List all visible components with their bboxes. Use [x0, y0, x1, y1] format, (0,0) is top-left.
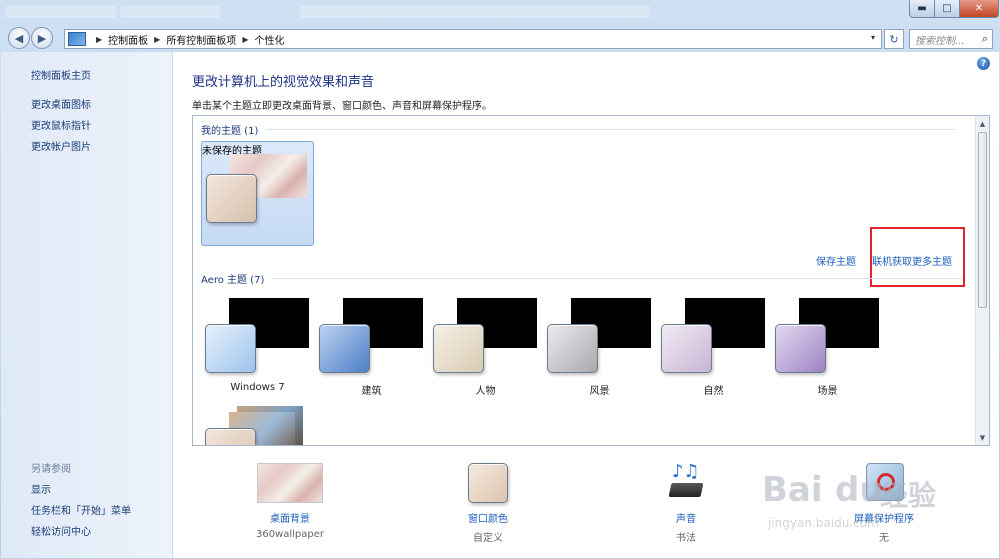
sounds-item[interactable]: ♪♫ 声音 书法: [631, 461, 741, 551]
help-icon: ?: [980, 58, 987, 69]
sounds-label[interactable]: 声音: [631, 510, 741, 525]
see-also-heading: 另请参阅: [31, 464, 71, 475]
minimize-icon: ▬: [917, 3, 927, 14]
back-arrow-icon: ◀: [14, 31, 24, 45]
wallpaper-thumbnail: [257, 463, 323, 503]
theme-name: 风景: [589, 386, 610, 397]
theme-color-swatch: [775, 324, 826, 373]
theme-nature[interactable]: 自然: [657, 286, 770, 397]
theme-name: 自然: [703, 386, 724, 397]
scroll-down-icon[interactable]: ▼: [976, 431, 989, 444]
change-mouse-pointers-link[interactable]: 更改鼠标指针: [31, 117, 91, 132]
theme-name: 场景: [817, 386, 838, 397]
taskbar-ghost: [120, 6, 220, 18]
close-button[interactable]: ✕: [959, 0, 999, 18]
personalization-window: ▬ □ ✕ ◀ ▶ ▶ 控制面板 ▶ 所有控制面板项 ▶ 个性化 ▾ ↻ 搜索控…: [0, 0, 1000, 559]
scroll-up-icon[interactable]: ▲: [976, 117, 989, 130]
aero-themes-group: Aero 主题 (7): [201, 271, 963, 286]
refresh-icon: ↻: [889, 32, 899, 46]
theme-color-swatch: [205, 428, 256, 445]
theme-architecture[interactable]: 建筑: [315, 286, 428, 397]
breadcrumb-separator-icon[interactable]: ▶: [96, 35, 102, 44]
theme-list-scrollbar[interactable]: ▲ ▼: [975, 116, 989, 445]
theme-color-swatch: [205, 324, 256, 373]
theme-color-swatch: [547, 324, 598, 373]
sounds-value: 书法: [676, 533, 696, 544]
theme-list: 我的主题 (1) 未保存的主题 保存主题 联机获取更多主题 Aero 主题 (7…: [192, 115, 990, 446]
close-icon: ✕: [974, 3, 984, 14]
taskbar-start-menu-link[interactable]: 任务栏和「开始」菜单: [31, 502, 131, 517]
search-input[interactable]: 搜索控制... ⌕: [909, 29, 993, 49]
sounds-icon: ♪♫: [668, 461, 704, 503]
desktop-background-label[interactable]: 桌面背景: [235, 510, 345, 525]
theme-name: 建筑: [361, 386, 382, 397]
window-color-label[interactable]: 窗口颜色: [433, 510, 543, 525]
group-divider: [266, 129, 957, 130]
watermark-brand: Bai: [762, 470, 823, 510]
theme-scenes[interactable]: 场景: [771, 286, 884, 397]
page-title: 更改计算机上的视觉效果和声音: [192, 75, 375, 90]
screen-saver-value: 无: [879, 533, 889, 544]
help-button[interactable]: ?: [977, 57, 990, 70]
taskbar-ghost: [6, 6, 116, 18]
watermark-url: jingyan.baidu.com: [768, 516, 879, 530]
search-icon[interactable]: ⌕: [982, 32, 988, 46]
window-color-value: 自定义: [473, 533, 503, 544]
desktop-background-item[interactable]: 桌面背景 360wallpaper: [235, 461, 345, 551]
aero-themes-title: Aero 主题 (7): [201, 275, 265, 286]
address-dropdown-icon[interactable]: ▾: [871, 33, 875, 42]
forward-button[interactable]: ▶: [31, 27, 53, 49]
page-description: 单击某个主题立即更改桌面背景、窗口颜色、声音和屏幕保护程序。: [192, 101, 492, 112]
display-link[interactable]: 显示: [31, 481, 51, 496]
theme-color-swatch: [661, 324, 712, 373]
refresh-button[interactable]: ↻: [884, 29, 904, 49]
theme-partial[interactable]: [201, 398, 314, 445]
ease-of-access-link[interactable]: 轻松访问中心: [31, 523, 91, 538]
maximize-button[interactable]: □: [934, 0, 960, 18]
scroll-thumb[interactable]: [978, 132, 987, 308]
breadcrumb-separator-icon[interactable]: ▶: [154, 35, 160, 44]
title-bar: ▬ □ ✕: [0, 0, 1000, 24]
change-desktop-icons-link[interactable]: 更改桌面图标: [31, 96, 91, 111]
window-color-swatch: [468, 463, 508, 503]
theme-name: 人物: [475, 386, 496, 397]
taskbar-ghost: [300, 6, 650, 18]
theme-landscapes[interactable]: 风景: [543, 286, 656, 397]
theme-color-swatch: [433, 324, 484, 373]
my-themes-title: 我的主题 (1): [201, 126, 259, 137]
control-panel-icon: [68, 32, 86, 46]
theme-unsaved[interactable]: 未保存的主题: [201, 141, 314, 246]
task-pane: 控制面板主页 更改桌面图标 更改鼠标指针 更改帐户图片 另请参阅 显示 任务栏和…: [1, 52, 173, 558]
theme-name: Windows 7: [230, 382, 285, 393]
window-color-item[interactable]: 窗口颜色 自定义: [433, 461, 543, 551]
minimize-button[interactable]: ▬: [909, 0, 935, 18]
forward-arrow-icon: ▶: [37, 31, 47, 45]
search-placeholder: 搜索控制...: [915, 35, 965, 47]
theme-color-swatch: [319, 324, 370, 373]
watermark-cn: 经验: [880, 479, 937, 512]
change-account-picture-link[interactable]: 更改帐户图片: [31, 138, 91, 153]
breadcrumb-separator-icon[interactable]: ▶: [242, 35, 248, 44]
control-panel-home-link[interactable]: 控制面板主页: [31, 67, 91, 82]
maximize-icon: □: [942, 3, 952, 14]
address-row: ◀ ▶ ▶ 控制面板 ▶ 所有控制面板项 ▶ 个性化 ▾ ↻ 搜索控制... ⌕: [0, 24, 1000, 52]
back-button[interactable]: ◀: [8, 27, 30, 49]
my-themes-group: 我的主题 (1): [201, 122, 957, 137]
watermark-brand-suffix: du: [835, 470, 884, 510]
group-divider: [272, 278, 963, 279]
theme-color-swatch: [206, 174, 257, 223]
save-theme-link[interactable]: 保存主题: [816, 253, 856, 268]
address-bar[interactable]: ▶ 控制面板 ▶ 所有控制面板项 ▶ 个性化 ▾: [64, 29, 882, 49]
theme-characters[interactable]: 人物: [429, 286, 542, 397]
breadcrumb-control-panel[interactable]: 控制面板: [108, 32, 148, 47]
theme-windows-7[interactable]: Windows 7: [201, 286, 314, 396]
breadcrumb-personalization[interactable]: 个性化: [254, 32, 284, 47]
breadcrumb-all-items[interactable]: 所有控制面板项: [166, 32, 236, 47]
desktop-background-value: 360wallpaper: [255, 529, 325, 540]
